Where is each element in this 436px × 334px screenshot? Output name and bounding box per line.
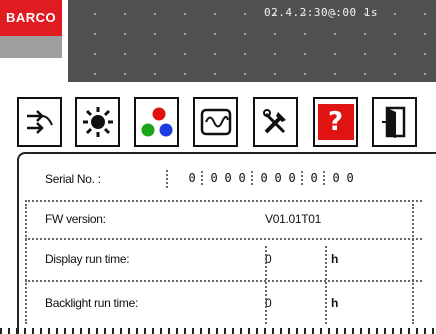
- header-strip: [0, 82, 436, 94]
- display-runtime-unit: h: [331, 252, 339, 266]
- serial-digit: 0: [288, 171, 296, 185]
- serial-digit: 0: [260, 171, 268, 185]
- right-guide: [412, 204, 414, 324]
- serial-row: Serial No. : 0 0 0 0 0 0 0 0 0 0: [33, 164, 429, 194]
- tab-signal[interactable]: [193, 97, 238, 147]
- serial-digit: 0: [310, 171, 318, 185]
- signal-wave-icon: [200, 108, 231, 136]
- row-divider: [25, 280, 422, 282]
- row-divider: [25, 238, 422, 240]
- fw-label: FW version:: [45, 212, 106, 226]
- tab-tools[interactable]: [253, 97, 298, 147]
- connection-arrows-icon: [26, 110, 53, 134]
- logo-base: [0, 36, 62, 58]
- serial-digit: 0: [210, 171, 218, 185]
- tab-connection[interactable]: [17, 97, 62, 147]
- unit-guide: [325, 246, 327, 324]
- serial-digit: 0: [238, 171, 246, 185]
- brightness-sun-icon: [82, 107, 113, 137]
- field-divider: [166, 170, 168, 188]
- backlight-runtime-label: Backlight run time:: [45, 296, 139, 310]
- fw-value: V01.01T01: [265, 212, 322, 226]
- header-bar: BARCO 02.4.2:30@:00 1s: [0, 0, 436, 94]
- digit-separator: [251, 171, 255, 185]
- row-divider: [25, 200, 422, 202]
- value-guide: [265, 246, 267, 324]
- barco-logo: BARCO: [0, 0, 62, 36]
- dot-grid: [68, 0, 436, 82]
- status-panel: 02.4.2:30@:00 1s: [68, 0, 436, 82]
- toolbar: ?: [17, 97, 436, 147]
- info-panel: Serial No. : 0 0 0 0 0 0 0 0 0 0 FW vers…: [17, 152, 436, 334]
- left-guide: [25, 204, 27, 324]
- color-rgb-icon: [141, 107, 172, 137]
- datetime-readout: 02.4.2:30@:00 1s: [264, 6, 378, 19]
- tab-brightness[interactable]: [75, 97, 120, 147]
- backlight-runtime-row: Backlight run time: 0 h: [33, 288, 429, 318]
- digit-separator: [323, 171, 327, 185]
- serial-digit: 0: [188, 171, 196, 185]
- serial-digit: 0: [332, 171, 340, 185]
- digit-separator: [201, 171, 205, 185]
- tools-icon: [262, 109, 286, 134]
- help-icon: ?: [317, 104, 354, 140]
- tab-help[interactable]: ?: [313, 97, 358, 147]
- fw-row: FW version: V01.01T01: [33, 204, 429, 234]
- backlight-runtime-unit: h: [331, 296, 339, 310]
- serial-digit: 0: [274, 171, 282, 185]
- serial-digit: 0: [346, 171, 354, 185]
- tab-color[interactable]: [134, 97, 179, 147]
- bottom-dotted-border: [0, 328, 436, 334]
- display-runtime-label: Display run time:: [45, 252, 130, 266]
- digit-separator: [301, 171, 305, 185]
- serial-number: 0 0 0 0 0 0 0 0 0 0: [185, 171, 357, 185]
- display-runtime-row: Display run time: 0 h: [33, 244, 429, 274]
- serial-digit: 0: [224, 171, 232, 185]
- tab-exit[interactable]: [372, 97, 417, 147]
- exit-door-icon: [381, 106, 405, 138]
- serial-label: Serial No. :: [45, 172, 101, 186]
